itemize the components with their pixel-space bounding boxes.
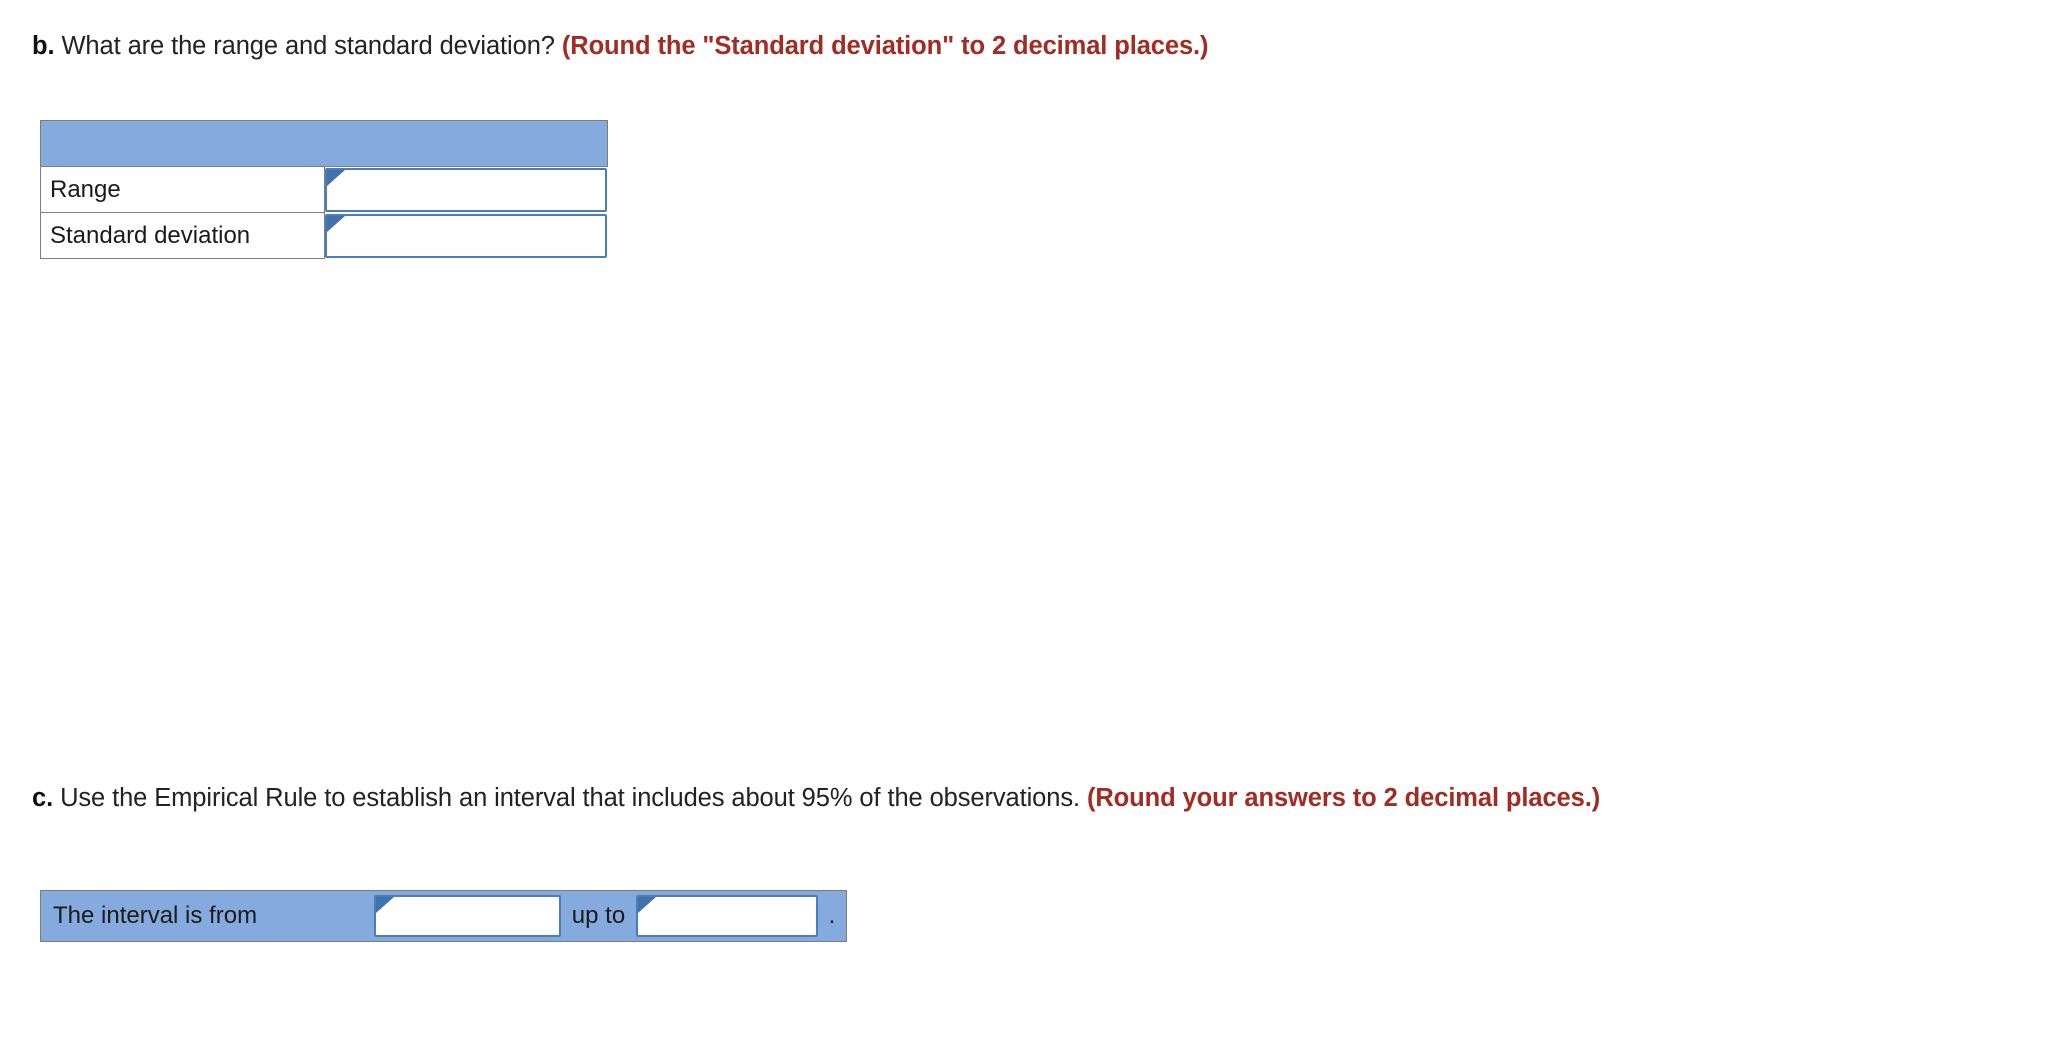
table-cell-range-input [324,166,608,213]
interval-prefix-label: The interval is from [53,902,258,929]
table-row-label-range: Range [40,166,325,213]
table-row: Range [40,166,608,213]
answer-table: Range Standard deviation [40,120,608,259]
interval-from-input[interactable] [376,897,559,935]
interval-from-answer-box[interactable] [374,895,561,937]
question-b-text: What are the range and standard deviatio… [61,32,555,60]
question-c-label: c. [32,784,54,812]
table-row-label-standard-deviation: Standard deviation [40,212,325,259]
question-c-text: Use the Empirical Rule to establish an i… [60,784,1080,812]
question-c: c. Use the Empirical Rule to establish a… [32,780,1872,816]
interval-answer-strip: The interval is from up to . [40,890,847,942]
question-b: b. What are the range and standard devia… [32,28,1932,64]
interval-to-answer-box[interactable] [636,895,818,937]
interval-suffix-label: . [828,902,836,929]
interval-to-wrap [636,890,818,942]
standard-deviation-answer-box[interactable] [324,213,607,258]
range-answer-box[interactable] [324,167,607,212]
table-header-row [40,120,608,167]
interval-middle-label: up to [571,902,626,929]
table-row: Standard deviation [40,212,608,259]
interval-to-input[interactable] [638,897,816,935]
range-input[interactable] [326,169,605,210]
table-cell-standard-deviation-input [324,212,608,259]
question-b-label: b. [32,32,55,60]
table-header-cell [40,120,608,167]
question-c-rounding-note: (Round your answers to 2 decimal places.… [1086,784,1601,812]
standard-deviation-input[interactable] [326,215,605,256]
interval-from-wrap [374,890,561,942]
question-b-rounding-note: (Round the "Standard deviation" to 2 dec… [561,32,1209,60]
